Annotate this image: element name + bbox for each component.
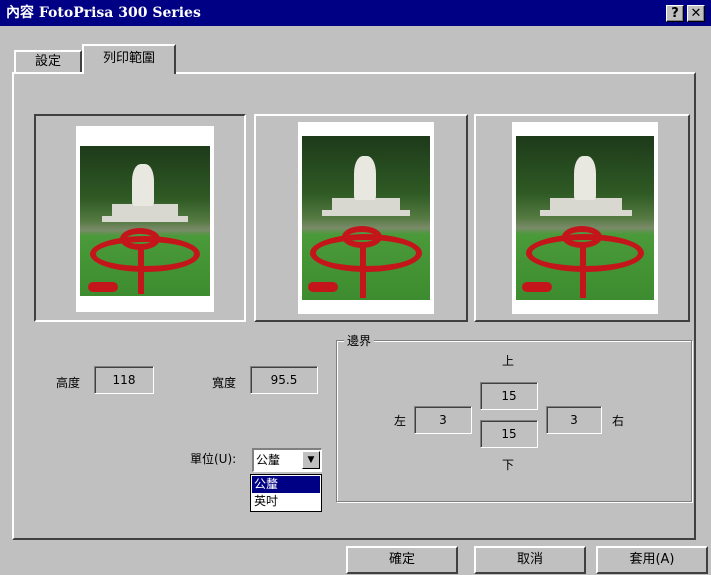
tab-print-range[interactable]: 列印範圍	[82, 44, 176, 74]
window-title: 內容 FotoPrisa 300 Series	[6, 5, 201, 21]
margin-right-field[interactable]: 3	[546, 406, 602, 434]
preview-paper	[298, 122, 434, 314]
unit-option-mm[interactable]: 公釐	[252, 476, 320, 493]
unit-option-inch[interactable]: 英吋	[252, 493, 320, 510]
close-button[interactable]: ✕	[687, 5, 705, 22]
apply-button[interactable]: 套用(A)	[596, 546, 708, 574]
unit-selected-value: 公釐	[256, 453, 281, 467]
margin-top-label: 上	[502, 354, 515, 368]
margin-left-label: 左	[394, 414, 407, 428]
margin-top-field[interactable]: 15	[480, 382, 538, 410]
margin-right-label: 右	[612, 414, 625, 428]
height-label: 高度	[56, 376, 81, 390]
margin-left-field[interactable]: 3	[414, 406, 472, 434]
preview-paper	[512, 122, 658, 314]
preview-option-3[interactable]	[474, 114, 690, 322]
close-icon: ✕	[690, 6, 702, 21]
unit-select[interactable]: 公釐 ▼	[252, 448, 322, 472]
help-icon: ?	[671, 6, 679, 21]
cancel-button[interactable]: 取消	[474, 546, 586, 574]
ok-button[interactable]: 確定	[346, 546, 458, 574]
tab-print-range-label: 列印範圍	[102, 51, 155, 66]
height-field: 118	[94, 366, 154, 394]
preview-photo	[80, 146, 210, 296]
width-label: 寬度	[212, 376, 237, 390]
help-button[interactable]: ?	[666, 5, 684, 22]
chevron-down-icon[interactable]: ▼	[302, 451, 320, 469]
margins-group-title: 邊界	[344, 332, 375, 349]
preview-photo	[302, 136, 430, 300]
preview-option-2[interactable]	[254, 114, 468, 322]
margin-bottom-label: 下	[502, 458, 515, 472]
unit-options-list[interactable]: 公釐 英吋	[250, 474, 322, 512]
width-field: 95.5	[250, 366, 318, 394]
preview-photo	[516, 136, 654, 300]
preview-option-1[interactable]	[34, 114, 246, 322]
preview-paper	[76, 126, 214, 312]
unit-label: 單位(U):	[190, 452, 237, 466]
margin-bottom-field[interactable]: 15	[480, 420, 538, 448]
title-bar: 內容 FotoPrisa 300 Series	[0, 0, 711, 26]
tab-settings[interactable]: 設定	[14, 50, 82, 72]
tab-settings-label: 設定	[34, 54, 61, 69]
